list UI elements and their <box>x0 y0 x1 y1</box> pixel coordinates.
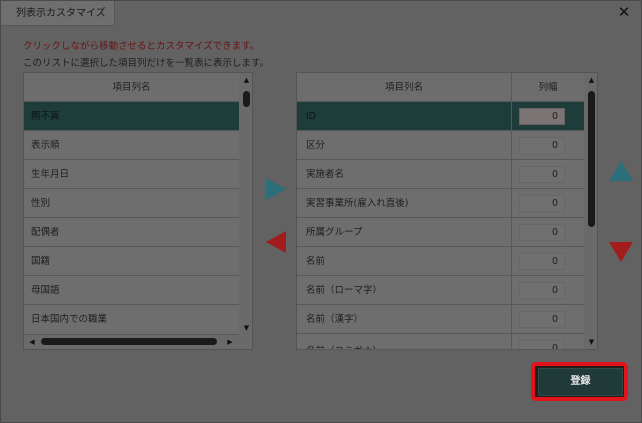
table-row[interactable]: 名前（ヨミガナ） 0 <box>297 334 584 350</box>
close-icon[interactable]: ✕ <box>617 5 631 20</box>
column-name-cell: 実施者名 <box>297 160 512 189</box>
scroll-down-icon[interactable]: ▼ <box>584 336 599 348</box>
column-name-cell: 実習事業所(雇入れ直後) <box>297 189 512 218</box>
move-right-icon[interactable] <box>265 177 287 201</box>
table-row[interactable]: 名前（漢字） 0 <box>297 305 584 334</box>
column-name-cell: ID <box>297 102 512 131</box>
available-columns-list[interactable]: 項目列名 照不真 表示順 生年月日 性別 配偶者 国籍 母国語 日本国内での職業… <box>23 72 253 350</box>
table-row[interactable]: 所属グループ 0 <box>297 218 584 247</box>
table-row[interactable]: 名前（ローマ字） 0 <box>297 276 584 305</box>
scroll-thumb[interactable] <box>243 91 250 107</box>
list-item[interactable]: 表示順 <box>24 131 239 160</box>
available-columns-header: 項目列名 <box>24 73 239 102</box>
column-customize-dialog: 列表示カスタマイズ ✕ クリックしながら移動させるとカスタマイズできます。 この… <box>0 0 642 423</box>
sort-up-icon[interactable] <box>608 160 634 182</box>
column-width-input[interactable]: 0 <box>519 311 565 328</box>
selected-columns-name-header: 項目列名 <box>297 73 512 102</box>
table-row[interactable]: 区分 0 <box>297 131 584 160</box>
list-item[interactable]: 生年月日 <box>24 160 239 189</box>
column-width-input[interactable]: 0 <box>519 195 565 212</box>
column-width-input[interactable]: 0 <box>519 137 565 154</box>
column-width-input[interactable]: 0 <box>519 253 565 270</box>
column-width-input[interactable]: 0 <box>519 340 565 349</box>
selected-columns-list[interactable]: 項目列名 列幅 ID 0 区分 0 実施者名 0 実習事業所(雇入れ直後) 0 … <box>296 72 598 350</box>
column-name-cell: 所属グループ <box>297 218 512 247</box>
list-item[interactable]: 性別 <box>24 189 239 218</box>
column-width-input[interactable]: 0 <box>519 282 565 299</box>
description-text: このリストに選択した項目列だけを一覧表に表示します。 <box>23 58 270 69</box>
vertical-scrollbar[interactable]: ▲ ▼ <box>239 73 254 335</box>
column-name-cell: 名前（ヨミガナ） <box>297 334 512 349</box>
column-name-cell: 名前（ローマ字） <box>297 276 512 305</box>
scroll-right-icon[interactable]: ▶ <box>224 336 236 348</box>
table-row[interactable]: ID 0 <box>297 102 584 131</box>
list-item[interactable]: 国籍 <box>24 247 239 276</box>
scroll-up-icon[interactable]: ▲ <box>584 74 599 86</box>
save-button[interactable]: 登録 <box>538 368 623 396</box>
move-left-icon[interactable] <box>265 230 287 254</box>
table-row[interactable]: 名前 0 <box>297 247 584 276</box>
column-width-input[interactable]: 0 <box>519 224 565 241</box>
column-width-input[interactable]: 0 <box>519 108 565 125</box>
vertical-scrollbar[interactable]: ▲ ▼ <box>584 73 599 349</box>
list-item[interactable]: 照不真 <box>24 102 239 131</box>
column-name-cell: 区分 <box>297 131 512 160</box>
selected-columns-width-header: 列幅 <box>512 73 584 102</box>
list-item[interactable]: 日本国内での職業 <box>24 305 239 335</box>
instruction-text: クリックしながら移動させるとカスタマイズできます。 <box>23 41 260 52</box>
table-row[interactable]: 実習事業所(雇入れ直後) 0 <box>297 189 584 218</box>
column-name-cell: 名前 <box>297 247 512 276</box>
column-width-input[interactable]: 0 <box>519 166 565 183</box>
scroll-left-icon[interactable]: ◀ <box>26 336 38 348</box>
scroll-thumb[interactable] <box>41 338 217 345</box>
scroll-up-icon[interactable]: ▲ <box>239 74 254 86</box>
scroll-down-icon[interactable]: ▼ <box>239 322 254 334</box>
sort-down-icon[interactable] <box>608 241 634 263</box>
list-item[interactable]: 配偶者 <box>24 218 239 247</box>
table-row[interactable]: 実施者名 0 <box>297 160 584 189</box>
column-name-cell: 名前（漢字） <box>297 305 512 334</box>
scroll-thumb[interactable] <box>588 91 595 227</box>
dialog-title: 列表示カスタマイズ <box>1 1 115 26</box>
list-item[interactable]: 母国語 <box>24 276 239 305</box>
horizontal-scrollbar[interactable]: ◀ ▶ <box>24 335 252 349</box>
